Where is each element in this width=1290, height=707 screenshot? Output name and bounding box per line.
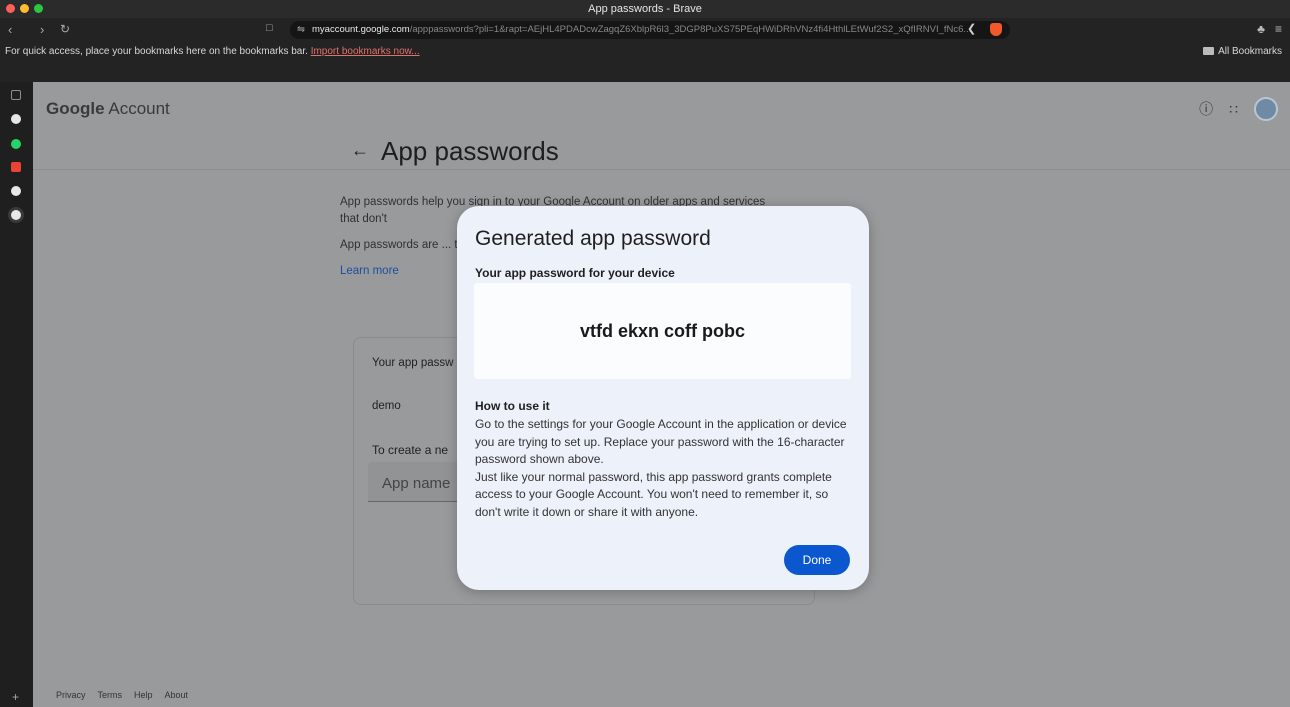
bookmarks-prompt: For quick access, place your bookmarks h… — [5, 46, 308, 57]
brave-shield-icon[interactable] — [990, 23, 1002, 36]
how-to-use-text: Go to the settings for your Google Accou… — [475, 416, 857, 521]
page-footer: Privacy Terms Help About — [56, 690, 188, 700]
bookmark-icon[interactable]: □ — [266, 22, 273, 34]
apps-grid-icon[interactable]: ∷ — [1229, 101, 1238, 118]
sidebar-toggle-icon[interactable] — [11, 90, 21, 100]
extensions-icon[interactable]: ♣ — [1257, 22, 1265, 36]
all-bookmarks-label: All Bookmarks — [1218, 46, 1282, 57]
page-title: ← App passwords — [351, 136, 559, 166]
menu-icon[interactable]: ≡ — [1275, 22, 1282, 36]
site-settings-icon[interactable]: ⇋ — [297, 21, 305, 39]
footer-help-link[interactable]: Help — [134, 690, 153, 700]
share-icon[interactable]: ❮ — [967, 22, 976, 35]
add-panel-button[interactable]: + — [12, 690, 19, 704]
footer-about-link[interactable]: About — [165, 690, 189, 700]
reload-icon[interactable]: ↻ — [60, 22, 70, 36]
browser-side-panel: + — [0, 82, 33, 707]
google-account-logo[interactable]: Google Account — [46, 99, 170, 119]
import-bookmarks-link[interactable]: Import bookmarks now... — [311, 46, 420, 57]
learn-more-link[interactable]: Learn more — [340, 265, 399, 277]
forward-icon[interactable]: › — [40, 22, 44, 37]
chrome-icon[interactable] — [11, 186, 21, 196]
url-host: myaccount.google.com — [312, 24, 410, 35]
folder-icon — [1203, 47, 1215, 55]
bookmarks-bar: For quick access, place your bookmarks h… — [0, 42, 1290, 82]
whatsapp-icon[interactable] — [11, 139, 21, 149]
create-label: To create a ne — [372, 443, 449, 457]
account-header: Google Account ⓘ ∷ ← App passwords — [33, 82, 1290, 170]
chrome-icon-2[interactable] — [11, 210, 21, 220]
how-to-use-paragraph-2: Just like your normal password, this app… — [475, 469, 832, 519]
url-path: /apppasswords?pli=1&rapt=AEjHL4PDADcwZag… — [409, 24, 972, 35]
gmail-icon[interactable] — [11, 162, 21, 172]
window-title-bar: App passwords - Brave — [0, 0, 1290, 18]
existing-app-entry[interactable]: demo — [372, 400, 401, 412]
browser-toolbar: ‹ › ↻ □ ⇋ myaccount.google.com/apppasswo… — [0, 18, 1290, 42]
done-button[interactable]: Done — [784, 545, 850, 575]
generated-password-dialog: Generated app password Your app password… — [457, 206, 869, 590]
generated-password[interactable]: vtfd ekxn coff pobc — [474, 283, 851, 379]
help-icon[interactable]: ⓘ — [1199, 99, 1213, 119]
your-app-passwords-label: Your app passw — [372, 357, 454, 369]
footer-terms-link[interactable]: Terms — [98, 690, 123, 700]
all-bookmarks-button[interactable]: All Bookmarks — [1203, 46, 1282, 57]
address-bar[interactable]: ⇋ myaccount.google.com/apppasswords?pli=… — [290, 21, 1010, 39]
avatar[interactable] — [1254, 97, 1278, 121]
window-title: App passwords - Brave — [588, 3, 702, 15]
back-arrow-icon[interactable]: ← — [351, 140, 369, 160]
dialog-subtitle: Your app password for your device — [475, 266, 675, 280]
how-to-use-title: How to use it — [475, 399, 550, 413]
back-icon[interactable]: ‹ — [8, 22, 12, 37]
footer-privacy-link[interactable]: Privacy — [56, 690, 86, 700]
dialog-title: Generated app password — [475, 227, 711, 250]
how-to-use-paragraph-1: Go to the settings for your Google Accou… — [475, 417, 847, 466]
github-icon[interactable] — [11, 114, 21, 124]
